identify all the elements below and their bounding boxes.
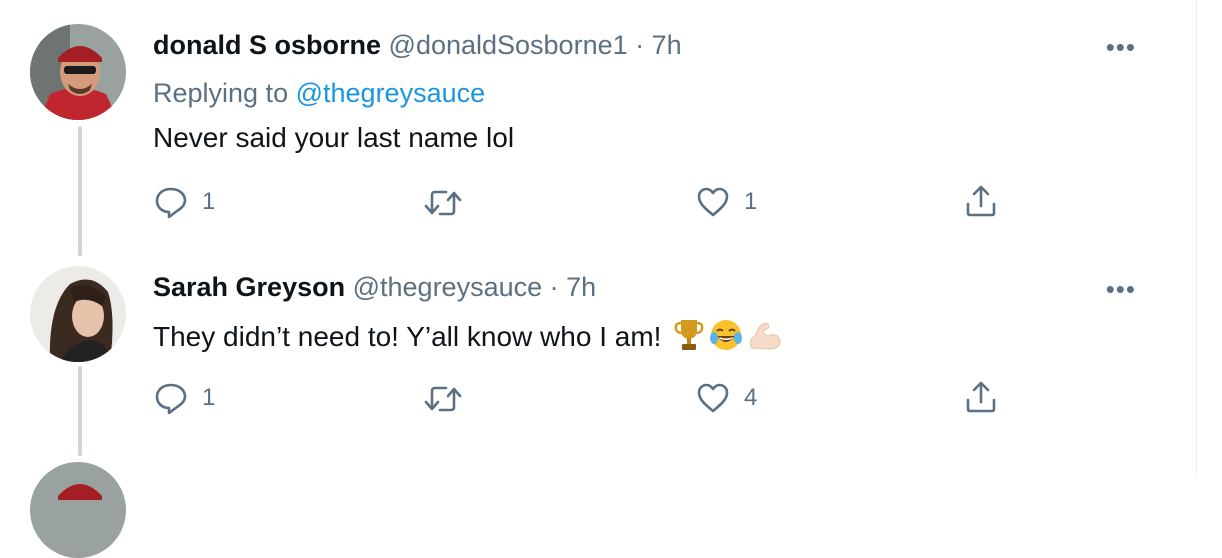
thread-connector xyxy=(78,366,82,456)
separator-dot: · xyxy=(549,272,559,302)
more-icon: ••• xyxy=(1105,274,1136,304)
like-count: 1 xyxy=(744,188,758,215)
like-button[interactable]: 4 xyxy=(696,382,757,414)
reply-count: 1 xyxy=(202,384,216,411)
heart-icon xyxy=(697,187,729,217)
share-icon xyxy=(966,185,996,217)
reply-button[interactable]: 1 xyxy=(154,382,215,414)
author-name[interactable]: Sarah Greyson xyxy=(153,272,345,302)
like-button[interactable]: 1 xyxy=(696,186,757,218)
share-button[interactable] xyxy=(964,184,998,218)
replying-mention-link[interactable]: @thegreysauce xyxy=(296,78,486,108)
avatar[interactable] xyxy=(30,266,126,362)
tweet-text: They didn’t need to! Y’all know who I am… xyxy=(153,320,662,352)
reply-icon xyxy=(155,383,187,414)
tweet-donald[interactable]: donald S osborne @donaldSosborne1 · 7h •… xyxy=(0,0,1196,256)
more-options-button[interactable]: ••• xyxy=(1106,32,1136,63)
tweet-sarah[interactable]: Sarah Greyson @thegreysauce · 7h ••• The… xyxy=(0,256,1196,456)
timeline-border xyxy=(1196,0,1197,474)
like-count: 4 xyxy=(744,384,758,411)
replying-to: Replying to @thegreysauce xyxy=(153,78,485,109)
tweet-header: Sarah Greyson @thegreysauce · 7h xyxy=(153,272,596,303)
flexed-biceps-icon xyxy=(747,318,783,359)
joy-face-icon xyxy=(709,318,743,359)
trophy-icon xyxy=(673,318,705,359)
separator-dot: · xyxy=(635,30,645,60)
share-button[interactable] xyxy=(964,380,998,414)
heart-icon xyxy=(697,383,729,413)
tweet-text: Never said your last name lol xyxy=(153,122,515,153)
more-icon: ••• xyxy=(1105,32,1136,62)
timestamp[interactable]: 7h xyxy=(566,272,596,302)
thread-connector xyxy=(78,126,82,256)
timestamp[interactable]: 7h xyxy=(652,30,682,60)
retweet-button[interactable] xyxy=(424,384,476,414)
author-handle[interactable]: @donaldSosborne1 xyxy=(389,30,628,60)
retweet-icon xyxy=(424,190,462,216)
author-name[interactable]: donald S osborne xyxy=(153,30,381,60)
reply-button[interactable]: 1 xyxy=(154,186,215,218)
avatar[interactable] xyxy=(30,462,126,558)
author-handle[interactable]: @thegreysauce xyxy=(353,272,543,302)
replying-prefix: Replying to xyxy=(153,78,289,108)
retweet-icon xyxy=(424,386,462,412)
more-options-button[interactable]: ••• xyxy=(1106,274,1136,305)
reply-icon xyxy=(155,187,187,218)
tweet-header: donald S osborne @donaldSosborne1 · 7h xyxy=(153,30,682,61)
avatar[interactable] xyxy=(30,24,126,120)
tweet-text-row: They didn’t need to! Y’all know who I am… xyxy=(153,318,783,359)
retweet-button[interactable] xyxy=(424,188,476,218)
share-icon xyxy=(966,381,996,413)
reply-count: 1 xyxy=(202,188,216,215)
